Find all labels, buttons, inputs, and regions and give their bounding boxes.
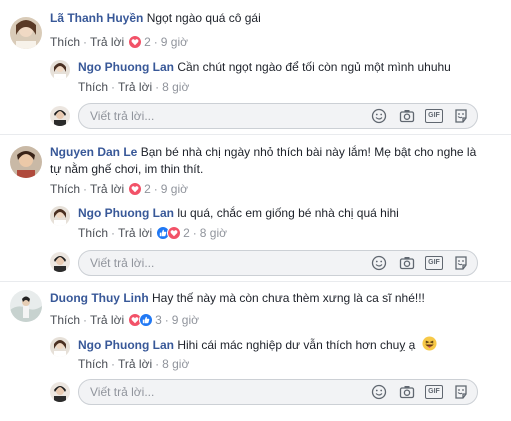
sticker-icon[interactable] xyxy=(453,384,469,400)
reply-author[interactable]: Ngo Phuong Lan xyxy=(78,206,174,220)
comment-bubble: Lã Thanh Huyền Ngọt ngào quá cô gái xyxy=(50,10,261,27)
comment-text-line2: tự nằm ghế chơi, im thin thít. xyxy=(50,162,204,176)
separator: · xyxy=(83,35,88,49)
separator: · xyxy=(111,226,116,240)
separator: · xyxy=(111,80,116,94)
emoji-icon[interactable] xyxy=(371,108,387,124)
reaction-count: 2 xyxy=(144,35,151,49)
comment-bubble: Nguyen Dan Le Bạn bé nhà chị ngày nhỏ th… xyxy=(50,144,476,178)
avatar[interactable] xyxy=(10,290,42,322)
comment-text: Bạn bé nhà chị ngày nhỏ thích bài này lắ… xyxy=(140,145,477,159)
reply-text: Hihi cái mác nghiệp dư vẫn thích hơn chu… xyxy=(177,338,416,353)
avatar[interactable] xyxy=(10,146,42,178)
comment-actions: Thích · Trả lời 3 · 9 giờ xyxy=(50,313,199,327)
thread-divider xyxy=(0,281,511,282)
separator: · xyxy=(155,357,160,371)
comment-author[interactable]: Duong Thuy Linh xyxy=(50,291,149,305)
reply-link[interactable]: Trả lời xyxy=(90,182,124,196)
comment-actions: Thích · Trả lời 2 · 9 giờ xyxy=(50,182,188,196)
like-link[interactable]: Thích xyxy=(78,226,108,240)
comment-author[interactable]: Nguyen Dan Le xyxy=(50,145,137,159)
comment-text: Ngọt ngào quá cô gái xyxy=(146,11,261,25)
camera-icon[interactable] xyxy=(399,108,415,124)
sticker-icon[interactable] xyxy=(453,108,469,124)
comment-bubble: Duong Thuy Linh Hay thế này mà còn chưa … xyxy=(50,290,425,307)
comment-text: Hay thế này mà còn chưa thèm xưng là ca … xyxy=(152,291,425,305)
reply-link[interactable]: Trả lời xyxy=(118,357,152,371)
reply-placeholder: Viết trả lời... xyxy=(90,385,155,399)
reaction-summary[interactable]: 3 xyxy=(128,313,162,327)
separator: · xyxy=(164,313,169,327)
avatar[interactable] xyxy=(10,17,42,49)
separator: · xyxy=(155,80,160,94)
reaction-count: 3 xyxy=(155,313,162,327)
timestamp[interactable]: 8 giờ xyxy=(162,357,189,371)
reply-actions: Thích · Trả lời · 8 giờ xyxy=(78,357,189,371)
my-avatar xyxy=(50,106,70,126)
reaction-summary[interactable]: 2 xyxy=(128,35,151,49)
reply-text: lu quá, chắc em giống bé nhà chị quá hih… xyxy=(177,206,399,220)
thread-divider xyxy=(0,134,511,135)
reply-link[interactable]: Trả lời xyxy=(90,35,124,49)
reply-text: Cần chút ngọt ngào để tối còn ngủ một mì… xyxy=(177,60,451,74)
timestamp[interactable]: 8 giờ xyxy=(162,80,189,94)
reaction-summary[interactable]: 2 xyxy=(156,226,190,240)
like-link[interactable]: Thích xyxy=(50,35,80,49)
like-link[interactable]: Thích xyxy=(50,313,80,327)
timestamp[interactable]: 9 giờ xyxy=(161,182,188,196)
grinning-tongue-emoji-icon xyxy=(422,336,437,356)
timestamp[interactable]: 9 giờ xyxy=(161,35,188,49)
reply-avatar[interactable] xyxy=(50,206,70,226)
separator: · xyxy=(153,182,158,196)
camera-icon[interactable] xyxy=(399,384,415,400)
reply-link[interactable]: Trả lời xyxy=(118,226,152,240)
reply-author[interactable]: Ngo Phuong Lan xyxy=(78,60,174,74)
reply-bubble: Ngo Phuong Lan Hihi cái mác nghiệp dư vẫ… xyxy=(78,336,437,356)
sticker-icon[interactable] xyxy=(453,255,469,271)
separator: · xyxy=(83,182,88,196)
separator: · xyxy=(192,226,197,240)
reply-avatar[interactable] xyxy=(50,337,70,357)
heart-icon xyxy=(128,182,143,196)
reaction-count: 2 xyxy=(144,182,151,196)
reaction-summary[interactable]: 2 xyxy=(128,182,151,196)
reply-input[interactable]: Viết trả lời... GIF xyxy=(78,103,478,129)
emoji-icon[interactable] xyxy=(371,384,387,400)
separator: · xyxy=(153,35,158,49)
reply-placeholder: Viết trả lời... xyxy=(90,109,155,123)
reply-input[interactable]: Viết trả lời... GIF xyxy=(78,250,478,276)
gif-icon[interactable]: GIF xyxy=(425,109,443,123)
camera-icon[interactable] xyxy=(399,255,415,271)
gif-icon[interactable]: GIF xyxy=(425,385,443,399)
like-link[interactable]: Thích xyxy=(50,182,80,196)
reply-actions: Thích · Trả lời · 8 giờ xyxy=(78,80,189,94)
my-avatar xyxy=(50,252,70,272)
like-link[interactable]: Thích xyxy=(78,80,108,94)
separator: · xyxy=(83,313,88,327)
timestamp[interactable]: 8 giờ xyxy=(200,226,227,240)
reply-bubble: Ngo Phuong Lan lu quá, chắc em giống bé … xyxy=(78,205,399,222)
reply-actions: Thích · Trả lời 2 · 8 giờ xyxy=(78,226,227,240)
timestamp[interactable]: 9 giờ xyxy=(172,313,199,327)
heart-icon xyxy=(167,226,182,240)
comment-actions: Thích · Trả lời 2 · 9 giờ xyxy=(50,35,188,49)
like-link[interactable]: Thích xyxy=(78,357,108,371)
heart-icon xyxy=(128,35,143,49)
comment-author[interactable]: Lã Thanh Huyền xyxy=(50,11,143,25)
reply-link[interactable]: Trả lời xyxy=(90,313,124,327)
reply-author[interactable]: Ngo Phuong Lan xyxy=(78,338,174,352)
gif-icon[interactable]: GIF xyxy=(425,256,443,270)
reply-placeholder: Viết trả lời... xyxy=(90,256,155,270)
reaction-count: 2 xyxy=(183,226,190,240)
reply-input[interactable]: Viết trả lời... GIF xyxy=(78,379,478,405)
reply-link[interactable]: Trả lời xyxy=(118,80,152,94)
reply-avatar[interactable] xyxy=(50,60,70,80)
reply-bubble: Ngo Phuong Lan Cần chút ngọt ngào để tối… xyxy=(78,59,451,76)
emoji-icon[interactable] xyxy=(371,255,387,271)
like-icon xyxy=(139,313,154,327)
separator: · xyxy=(111,357,116,371)
my-avatar xyxy=(50,382,70,402)
